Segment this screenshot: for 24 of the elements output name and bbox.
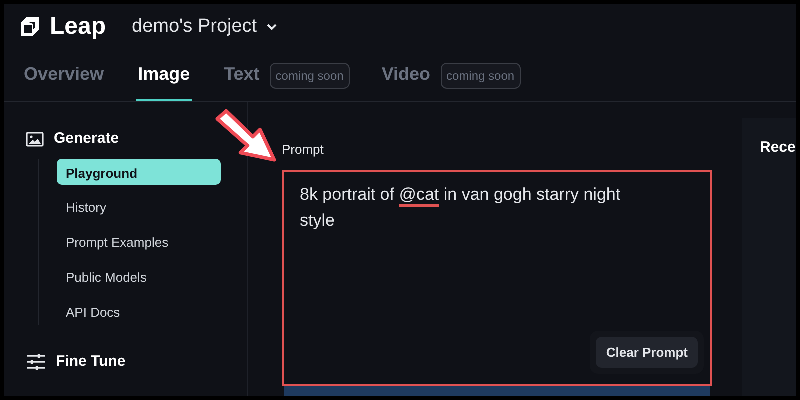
prompt-label: Prompt xyxy=(282,141,325,159)
sidebar-item[interactable]: History xyxy=(57,198,221,220)
logo-text: Leap xyxy=(50,12,106,42)
logo-icon xyxy=(18,15,42,39)
image-icon xyxy=(26,132,44,147)
coming-soon-badge: coming soon xyxy=(270,62,350,88)
panel-title: Rece xyxy=(760,139,796,156)
chevron-down-icon xyxy=(267,24,278,30)
sliders-icon xyxy=(26,354,46,370)
arrow-annotation xyxy=(214,108,278,164)
sidebar-item[interactable]: Public Models xyxy=(57,268,221,290)
section-heading: Generate xyxy=(54,129,120,149)
tab[interactable]: Image xyxy=(136,50,192,101)
sidebar-item[interactable]: Playground xyxy=(57,158,221,184)
project-dropdown[interactable]: demo's Project xyxy=(132,12,278,42)
tab[interactable]: Overview xyxy=(22,50,106,101)
tab[interactable]: Text xyxy=(222,50,262,101)
section-heading: Fine Tune xyxy=(56,352,126,372)
sidebar-item[interactable]: API Docs xyxy=(57,302,221,324)
clear-prompt-button[interactable]: Clear Prompt xyxy=(596,336,698,368)
sidebar-item[interactable]: Prompt Examples xyxy=(57,232,221,254)
coming-soon-badge: coming soon xyxy=(440,62,521,88)
prompt-field[interactable]: 8k portrait of @cat in van gogh starry night style Clear Prompt xyxy=(282,170,712,386)
tab[interactable]: Video xyxy=(380,50,433,101)
